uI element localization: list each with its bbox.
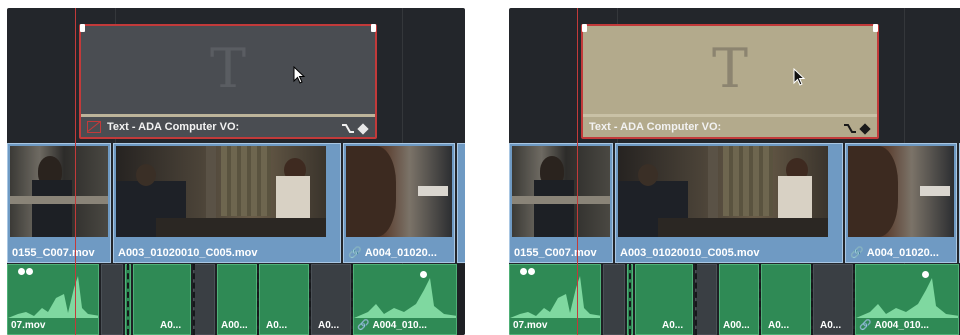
edit-point (759, 264, 761, 335)
link-icon: 🔗 (348, 247, 362, 259)
audio-clip-label: A0... (318, 320, 340, 331)
audio-clip[interactable]: A00... (217, 264, 257, 335)
edit-point (257, 264, 259, 335)
video-clip-label: A003_01020010_C005.mov (118, 247, 258, 259)
audio-clip-label: A0... (768, 320, 790, 331)
audio-waveform (354, 278, 456, 318)
audio-clip-label: A00... (221, 320, 248, 331)
clip-disabled-icon (87, 121, 101, 133)
title-clip-body: T (81, 26, 375, 114)
title-clip-body: T (583, 26, 877, 114)
audio-waveform (8, 276, 98, 318)
audio-clip[interactable]: 07.mov (509, 264, 601, 335)
clip-thumbnail (346, 146, 452, 237)
clip-thumbnail (10, 146, 108, 237)
timeline-panel-after: T Text - ADA Computer VO: 0155_C007.mov (509, 8, 960, 335)
audio-clip-label: A0... (266, 320, 288, 331)
clip-thumbnail (116, 146, 326, 237)
audio-clip[interactable]: A0... (635, 264, 693, 335)
video-clip-label: 0155_C007.mov (514, 247, 597, 259)
audio-clip-label: 🔗 A004_010... (357, 320, 427, 331)
keyframe-icon[interactable] (859, 123, 871, 135)
title-clip[interactable]: T Text - ADA Computer VO: (79, 24, 377, 139)
link-icon: 🔗 (850, 247, 864, 259)
audio-clip[interactable]: A00... (719, 264, 759, 335)
audio-waveform (510, 276, 600, 318)
mouse-cursor-icon (793, 68, 806, 86)
playhead[interactable] (577, 8, 578, 335)
audio-clip[interactable]: A0... (761, 264, 811, 335)
edit-point (309, 264, 311, 335)
title-clip[interactable]: T Text - ADA Computer VO: (581, 24, 879, 139)
title-clip-label: Text - ADA Computer VO: (589, 121, 722, 133)
keyframe-dot[interactable] (520, 268, 527, 275)
text-generator-glyph: T (711, 37, 749, 100)
audio-clip-label: 🔗 A004_010... (859, 320, 929, 331)
keyframe-dot[interactable] (26, 268, 33, 275)
video-clip[interactable]: A003_01020010_C005.mov (615, 143, 843, 263)
text-generator-glyph: T (209, 37, 247, 100)
curve-icon[interactable] (843, 122, 857, 134)
edit-point (351, 264, 353, 335)
mouse-cursor-icon (293, 66, 306, 84)
video-clip[interactable]: 0155_C007.mov (7, 143, 111, 263)
clip-thumbnail (512, 146, 610, 237)
edit-point (127, 264, 129, 335)
audio-clip-label: 07.mov (11, 320, 46, 331)
edit-point (193, 264, 195, 335)
edit-point (629, 264, 631, 335)
video-clip[interactable] (457, 143, 465, 263)
keyframe-dot[interactable] (420, 271, 427, 278)
audio-clip-label: A0... (662, 320, 684, 331)
video-clip-label: 🔗 A004_01020... (348, 247, 437, 259)
audio-clip[interactable]: 🔗 A004_010... (855, 264, 959, 335)
edit-point (853, 264, 855, 335)
title-clip-label: Text - ADA Computer VO: (107, 121, 240, 133)
edit-point (811, 264, 813, 335)
link-icon: 🔗 (859, 320, 872, 331)
keyframe-dot[interactable] (18, 268, 25, 275)
audio-clip-label: 07.mov (513, 320, 548, 331)
keyframe-dot[interactable] (528, 268, 535, 275)
audio-clip[interactable] (101, 264, 123, 335)
video-clip[interactable]: 🔗 A004_01020... (343, 143, 455, 263)
audio-waveform (856, 278, 958, 318)
audio-clip[interactable] (603, 264, 625, 335)
playhead[interactable] (75, 8, 76, 335)
timeline-panel-before: T Text - ADA Computer VO: 0155_C007.mov (7, 8, 465, 335)
audio-clip[interactable]: A0... (813, 264, 853, 335)
audio-clip[interactable]: A0... (133, 264, 191, 335)
audio-clip-label: A0... (160, 320, 182, 331)
clip-thumbnail (618, 146, 828, 237)
video-clip-label: A003_01020010_C005.mov (620, 247, 760, 259)
title-clip-footer: Text - ADA Computer VO: (81, 114, 375, 137)
video-clip[interactable]: A003_01020010_C005.mov (113, 143, 341, 263)
link-icon: 🔗 (357, 320, 370, 331)
audio-clip-label: A00... (723, 320, 750, 331)
keyframe-dot[interactable] (922, 271, 929, 278)
audio-clip-label: A0... (820, 320, 842, 331)
audio-clip[interactable] (193, 264, 215, 335)
audio-clip[interactable]: A0... (311, 264, 351, 335)
edit-point (695, 264, 697, 335)
audio-clip[interactable]: 🔗 A004_010... (353, 264, 457, 335)
audio-clip[interactable] (695, 264, 717, 335)
keyframe-icon[interactable] (357, 123, 369, 135)
audio-clip[interactable]: 07.mov (7, 264, 99, 335)
curve-icon[interactable] (341, 122, 355, 134)
audio-clip[interactable]: A0... (259, 264, 309, 335)
video-clip[interactable]: 🔗 A004_01020... (845, 143, 957, 263)
video-clip-label: 🔗 A004_01020... (850, 247, 939, 259)
clip-thumbnail (848, 146, 954, 237)
video-clip-label: 0155_C007.mov (12, 247, 95, 259)
video-clip[interactable]: 0155_C007.mov (509, 143, 613, 263)
title-clip-footer: Text - ADA Computer VO: (583, 114, 877, 137)
